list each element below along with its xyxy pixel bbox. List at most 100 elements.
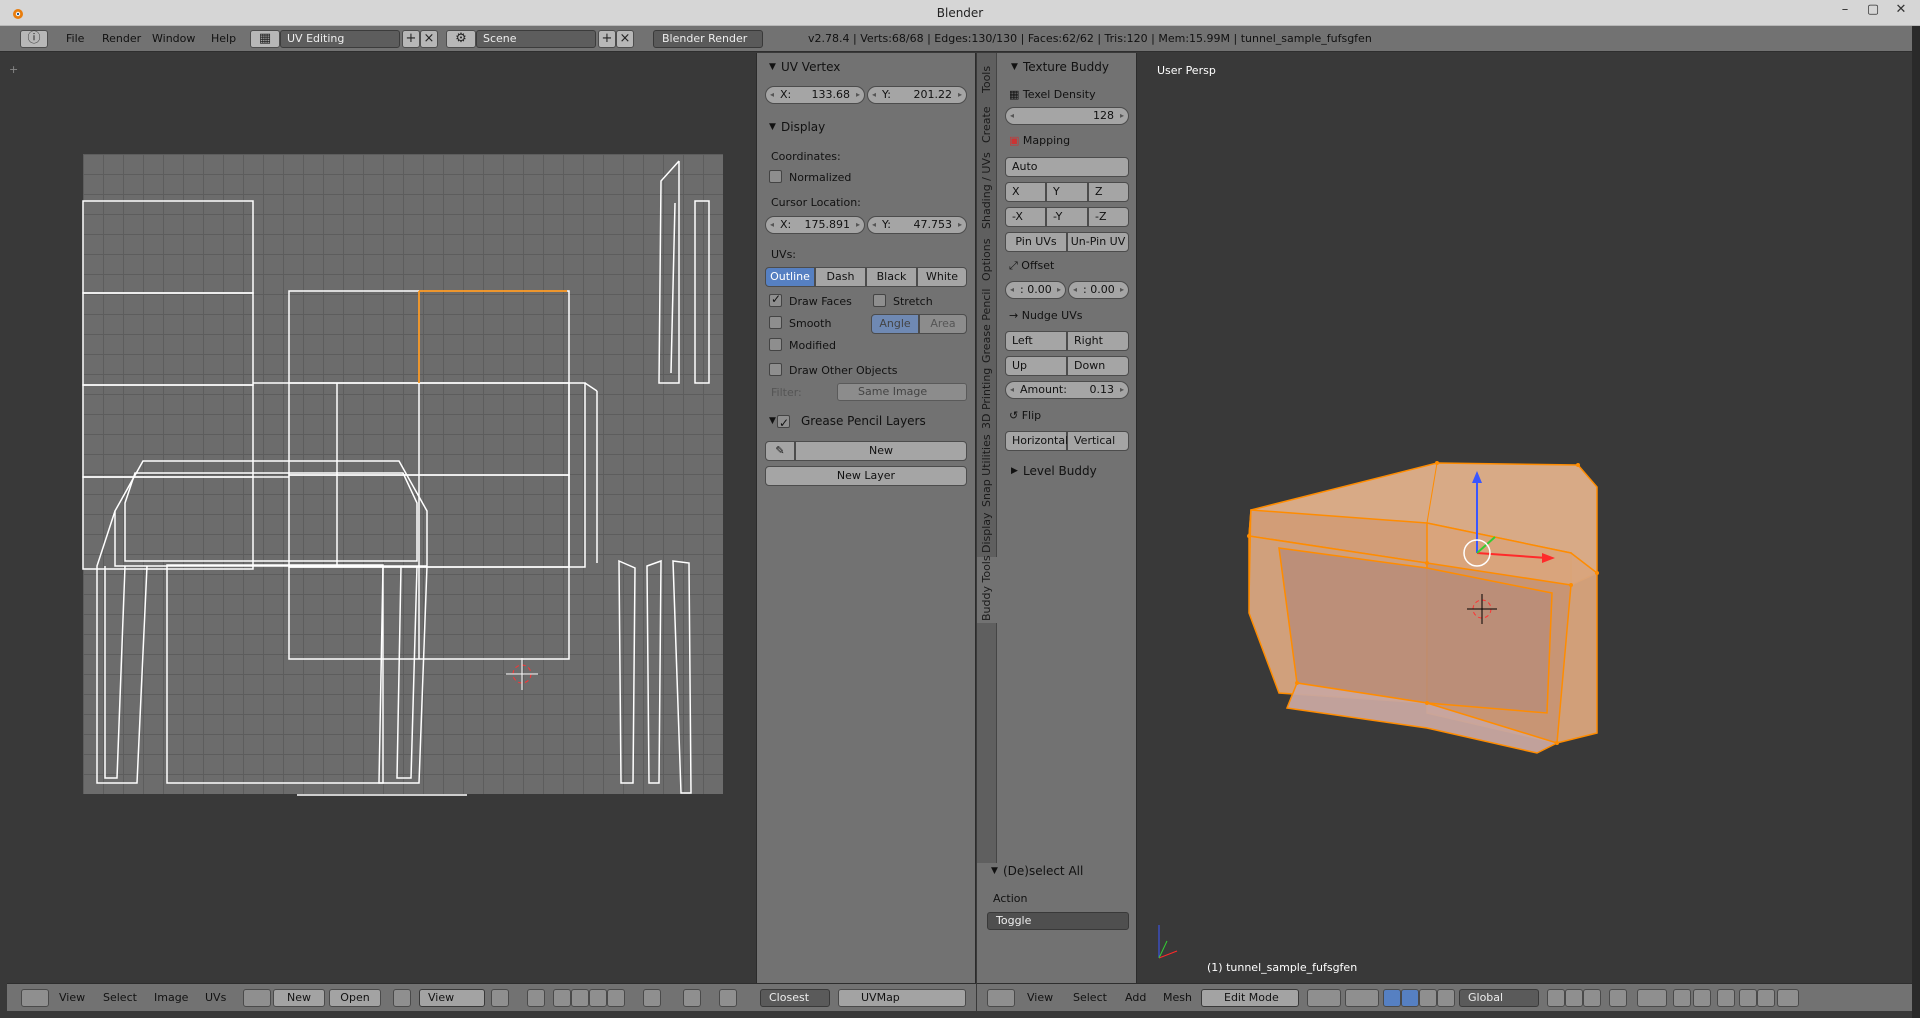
snap-element-icon[interactable] [1693, 989, 1711, 1007]
occlude-geometry-icon[interactable] [1609, 989, 1627, 1007]
scene-add-icon[interactable]: + [598, 30, 616, 48]
uv-islands[interactable]: + [7, 53, 756, 983]
nudge-down-button[interactable]: Down [1067, 356, 1129, 376]
3d-viewport[interactable]: User Persp (1) tunnel_sample_fufsgfen [1137, 53, 1912, 983]
uv-mode-dash-button[interactable]: Dash [815, 267, 866, 287]
menu-file[interactable]: File [60, 30, 90, 48]
new-layer-button[interactable]: New Layer [765, 466, 967, 486]
scene-icon[interactable]: ⚙ [446, 30, 476, 48]
layout-name-field[interactable]: UV Editing [280, 30, 400, 48]
grease-new-button[interactable]: New [795, 441, 967, 461]
stretch-angle-button[interactable]: Angle [871, 314, 919, 334]
editor-type-3d-icon[interactable] [987, 989, 1015, 1007]
menu-render[interactable]: Render [96, 30, 147, 48]
translate-icon[interactable] [1401, 989, 1419, 1007]
nudge-up-button[interactable]: Up [1005, 356, 1067, 376]
uv-menu-view[interactable]: View [59, 989, 85, 1007]
action-dropdown[interactable]: Toggle [987, 912, 1129, 930]
layout-remove-icon[interactable]: × [420, 30, 438, 48]
scene-remove-icon[interactable]: × [616, 30, 634, 48]
rotate-icon[interactable] [1419, 989, 1437, 1007]
menu-help[interactable]: Help [205, 30, 242, 48]
texture-buddy-header[interactable]: ▼ Texture Buddy [1011, 57, 1131, 77]
nudge-amount-field[interactable]: ◂ Amount: 0.13 ▸ [1005, 381, 1129, 399]
proportional-edit-icon[interactable] [683, 989, 701, 1007]
3d-menu-select[interactable]: Select [1073, 989, 1107, 1007]
uv-mode-black-button[interactable]: Black [866, 267, 917, 287]
modified-checkbox[interactable] [769, 338, 782, 351]
map-neg-x-button[interactable]: -X [1005, 207, 1046, 227]
opengl-anim-icon[interactable] [1757, 989, 1775, 1007]
offset-v-field[interactable]: ◂: 0.00 ▸ [1068, 281, 1129, 299]
stretch-area-button[interactable]: Area [919, 314, 967, 334]
smooth-checkbox[interactable] [769, 316, 782, 329]
scene-name-field[interactable]: Scene [476, 30, 596, 48]
display-panel-header[interactable]: ▼ Display [769, 117, 969, 137]
image-new-button[interactable]: New [273, 989, 325, 1007]
uv-editor-canvas[interactable]: + [7, 53, 756, 983]
edge-select-icon[interactable] [571, 989, 589, 1007]
uv-mode-white-button[interactable]: White [917, 267, 967, 287]
image-open-button[interactable]: Open [329, 989, 381, 1007]
vertex-select-icon[interactable] [553, 989, 571, 1007]
tab-buddy-tools[interactable]: Buddy Tools [977, 555, 997, 623]
draw-faces-checkbox[interactable] [769, 292, 782, 307]
scale-icon[interactable] [1437, 989, 1455, 1007]
offset-u-field[interactable]: ◂: 0.00 ▸ [1005, 281, 1066, 299]
uv-vertex-y-field[interactable]: ◂ Y: 201.22 ▸ [867, 86, 967, 104]
flip-horizontal-button[interactable]: Horizontal [1005, 431, 1068, 451]
face-mode-icon[interactable] [1583, 989, 1601, 1007]
3d-menu-view[interactable]: View [1027, 989, 1053, 1007]
map-x-button[interactable]: X [1005, 182, 1046, 202]
flip-vertical-button[interactable]: Vertical [1067, 431, 1129, 451]
pin-uvs-button[interactable]: Pin UVs [1005, 232, 1067, 252]
uv-menu-select[interactable]: Select [103, 989, 137, 1007]
mode-dropdown[interactable]: Edit Mode [1201, 989, 1299, 1007]
maximize-icon[interactable]: ▢ [1858, 2, 1888, 22]
image-browse-icon[interactable] [243, 989, 271, 1007]
unpin-uv-button[interactable]: Un-Pin UV [1067, 232, 1129, 252]
layout-icon[interactable]: ▦ [250, 30, 280, 48]
uvmap-field[interactable]: UVMap [838, 989, 966, 1007]
grease-pencil-layers-header[interactable]: ▼Grease Pencil Layers [769, 411, 969, 433]
uv-menu-image[interactable]: Image [154, 989, 188, 1007]
3d-menu-mesh[interactable]: Mesh [1163, 989, 1192, 1007]
uv-menu-uvs[interactable]: UVs [205, 989, 226, 1007]
orientation-dropdown[interactable]: Global [1459, 989, 1539, 1007]
vertex-mode-icon[interactable] [1547, 989, 1565, 1007]
island-select-icon[interactable] [607, 989, 625, 1007]
3d-menu-add[interactable]: Add [1125, 989, 1146, 1007]
operator-header[interactable]: ▼ (De)select All [991, 861, 1131, 881]
snap-toggle-icon[interactable] [1673, 989, 1691, 1007]
auto-mapping-button[interactable]: Auto [1005, 157, 1129, 177]
render-engine-dropdown[interactable]: Blender Render [653, 30, 763, 48]
tab-display[interactable]: Display [977, 511, 997, 555]
filter-dropdown[interactable]: Same Image [837, 383, 967, 401]
tunnel-mesh[interactable] [1137, 53, 1912, 983]
uv-mode-outline-button[interactable]: Outline [765, 267, 815, 287]
cursor-x-field[interactable]: ◂ X: 175.891 ▸ [765, 216, 865, 234]
edge-mode-icon[interactable] [1565, 989, 1583, 1007]
minimize-icon[interactable]: – [1830, 2, 1860, 22]
snap-icon[interactable] [719, 989, 737, 1007]
tab-grease-pencil[interactable]: Grease Pencil [977, 285, 997, 365]
tab-3d-printing[interactable]: 3D Printing [977, 367, 997, 431]
snap-target-dropdown[interactable]: Closest [760, 989, 830, 1007]
layout-add-icon[interactable]: + [402, 30, 420, 48]
layers-icon[interactable] [1777, 989, 1799, 1007]
tab-tools[interactable]: Tools [977, 55, 997, 95]
tab-shading-uvs[interactable]: Shading / UVs [977, 147, 997, 231]
view-mode-dropdown[interactable]: View [419, 989, 485, 1007]
stretch-checkbox[interactable] [873, 294, 886, 307]
close-icon[interactable]: ✕ [1886, 2, 1916, 22]
map-neg-z-button[interactable]: -Z [1088, 207, 1129, 227]
texel-density-field[interactable]: ◂ 128 ▸ [1005, 107, 1129, 125]
pin-icon[interactable] [393, 989, 411, 1007]
level-buddy-header[interactable]: ▶ Level Buddy [1011, 461, 1131, 481]
map-y-button[interactable]: Y [1046, 182, 1088, 202]
tab-options[interactable]: Options [977, 233, 997, 283]
pivot-point-icon[interactable] [1345, 989, 1379, 1007]
draw-other-objects-checkbox[interactable] [769, 363, 782, 376]
snap-target-icon[interactable] [1717, 989, 1735, 1007]
nudge-left-button[interactable]: Left [1005, 331, 1067, 351]
